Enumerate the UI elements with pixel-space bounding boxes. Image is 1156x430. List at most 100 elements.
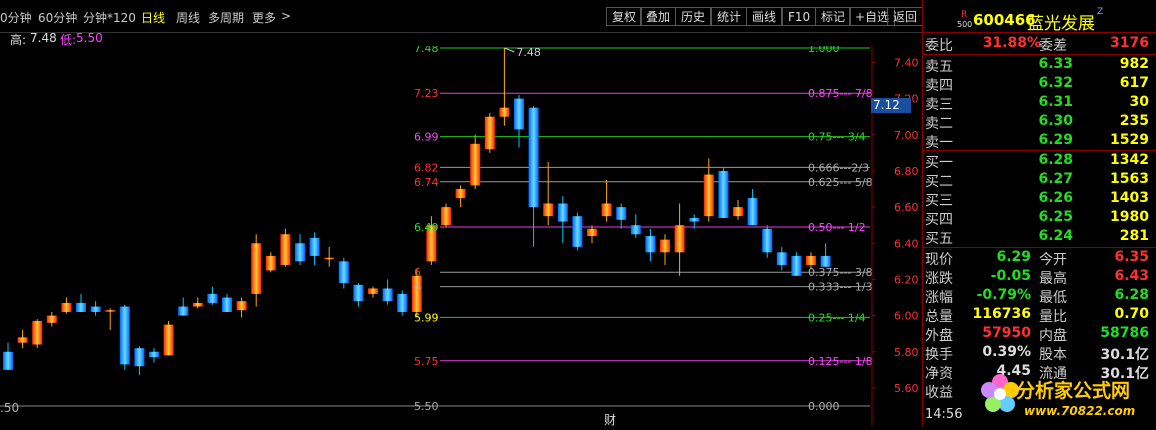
candle[interactable] [776,246,787,271]
candle[interactable] [192,297,203,309]
stat-label: 净资 [925,366,953,382]
candle[interactable] [61,297,72,314]
candle[interactable] [470,134,481,190]
candle[interactable] [251,234,262,307]
candle[interactable] [528,105,539,247]
draw-line-button[interactable]: 画线 [746,7,783,26]
f10-button[interactable]: F10 [782,7,817,26]
candle[interactable] [222,293,232,312]
candle[interactable] [46,311,57,327]
candle[interactable] [645,228,656,262]
candle[interactable] [441,203,451,227]
restore-rights-button[interactable]: 复权 [606,7,643,26]
candle-body [703,174,714,217]
candle-body [368,288,378,294]
ask-row[interactable]: 卖一 6.29 1529 [923,132,1156,151]
tab-120min[interactable]: 分钟*120 [83,9,136,26]
right-axis-label: 7.00 [894,129,919,142]
candle[interactable] [119,304,130,370]
candle[interactable] [674,203,685,276]
candle[interactable] [280,228,291,267]
tab-more[interactable]: 更多 [252,9,276,26]
ask-row[interactable]: 卖四 6.32 617 [923,75,1156,94]
tab-60min[interactable]: 60分钟 [38,9,77,26]
candle[interactable] [718,167,729,218]
candle[interactable] [499,48,510,126]
candle[interactable] [630,214,641,238]
candle[interactable] [791,252,802,276]
candle[interactable] [455,185,466,208]
candle[interactable] [207,286,218,305]
candle-body [149,351,159,358]
ask-row[interactable]: 卖五 6.33 982 [923,56,1156,75]
candle[interactable] [178,297,189,316]
candle[interactable] [543,161,554,226]
candle[interactable] [368,286,378,298]
back-button[interactable]: 返回 [887,7,924,26]
bid-row[interactable]: 买三 6.26 1403 [923,190,1156,209]
stat-row: 现价 6.29 今开 6.35 [923,249,1156,268]
ask-row[interactable]: 卖二 6.30 235 [923,113,1156,132]
tab-weekly[interactable]: 周线 [176,9,200,26]
candle[interactable] [382,279,393,305]
stat-row: 换手 0.39% 股本 30.1亿 [923,344,1156,363]
mark-button[interactable]: 标记 [815,7,852,26]
tab-30min[interactable]: 0分钟 [0,9,32,26]
candle[interactable] [236,297,247,318]
level-volume: 1342 [1110,152,1149,168]
finance-event-marker[interactable]: 财 [604,411,616,428]
candle[interactable] [32,319,43,349]
candle[interactable] [733,199,743,220]
statistics-button[interactable]: 统计 [711,7,748,26]
candle[interactable] [163,321,174,356]
candle[interactable] [572,212,583,251]
tab-multi-period[interactable]: 多周期 [208,9,244,26]
candle[interactable] [660,234,670,265]
candle[interactable] [149,348,159,363]
candle[interactable] [587,225,597,244]
stock-header: R 500 600466 蓝光发展 Z [923,0,1156,34]
candle[interactable] [17,330,28,349]
candle[interactable] [747,189,758,226]
candle-body [178,306,189,316]
candle[interactable] [397,290,408,316]
candle-body [236,301,247,311]
stat-value: 58786 [1100,325,1149,341]
chevron-right-icon[interactable]: > [281,9,291,23]
tab-daily[interactable]: 日线 [141,9,165,26]
weibi-label: 委比 [925,38,953,54]
overlay-button[interactable]: 叠加 [640,7,677,26]
candle-body [441,207,451,226]
candle[interactable] [3,342,13,370]
candle[interactable] [134,346,145,376]
stat-value: 0.39% [982,344,1031,360]
bid-row[interactable]: 买一 6.28 1342 [923,152,1156,171]
candle[interactable] [265,252,276,273]
ask-row[interactable]: 卖三 6.31 30 [923,94,1156,113]
main-candlestick-chart[interactable]: 1.000 0.875--- 7/8 0.75--- 3/4 0.666---2/3 0… [0,46,922,426]
history-button[interactable]: 历史 [675,7,712,26]
candle[interactable] [557,196,568,244]
bid-row[interactable]: 买二 6.27 1563 [923,171,1156,190]
bid-row[interactable]: 买四 6.25 1980 [923,209,1156,228]
candle-body [514,98,524,130]
candle[interactable] [484,113,495,153]
candle[interactable] [820,243,831,267]
candle[interactable] [90,301,101,316]
candle[interactable] [309,232,320,265]
candle[interactable] [105,308,116,331]
candle-body [309,237,320,256]
candle[interactable] [762,225,773,258]
level-volume: 1403 [1110,190,1149,206]
candle[interactable] [76,293,86,312]
candle[interactable] [353,283,364,307]
level-volume: 281 [1119,228,1149,244]
candle[interactable] [601,179,612,222]
candle[interactable] [324,246,335,267]
candle[interactable] [514,95,524,148]
candle[interactable] [616,203,627,229]
candle[interactable] [338,257,349,289]
stat-label: 外盘 [925,328,953,344]
candle[interactable] [295,234,305,265]
bid-row[interactable]: 买五 6.24 281 [923,228,1156,247]
